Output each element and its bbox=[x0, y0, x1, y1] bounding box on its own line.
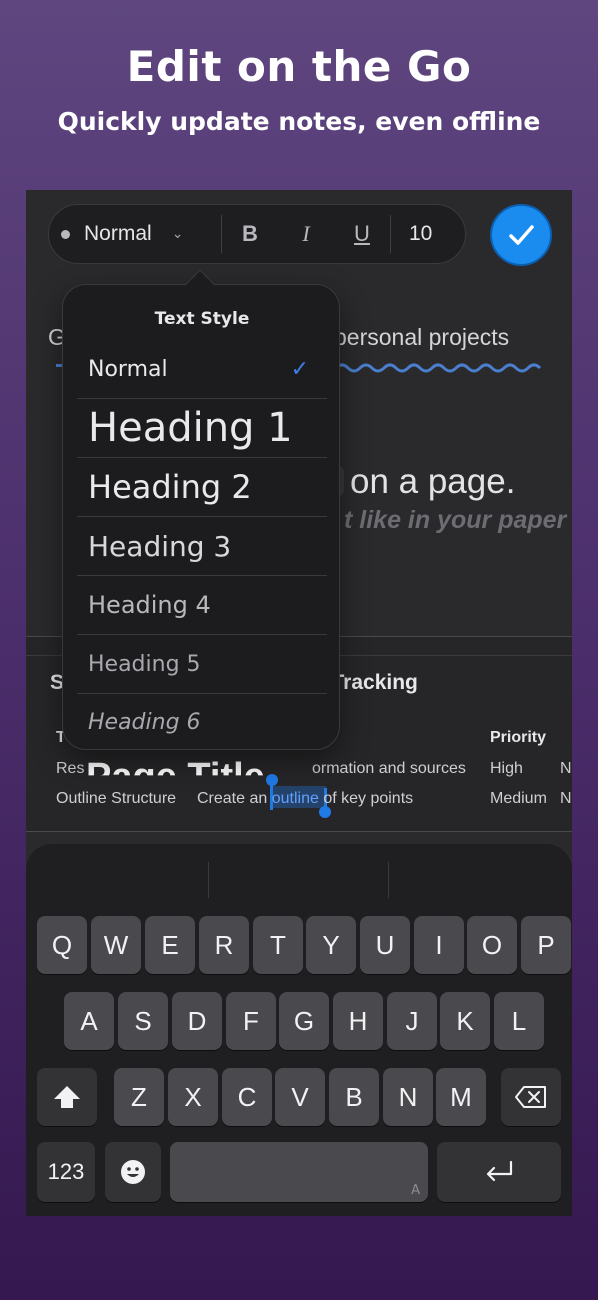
key-c[interactable]: C bbox=[222, 1068, 272, 1126]
numbers-key[interactable]: 123 bbox=[37, 1142, 95, 1202]
table-cell: Create an outline of key points bbox=[197, 790, 413, 808]
shift-key[interactable] bbox=[37, 1068, 97, 1126]
return-arrow-icon bbox=[486, 1160, 513, 1182]
text-style-popover: Text Style Normal ✓ Heading 1 Heading 2 … bbox=[62, 269, 340, 750]
style-option-label: Heading 6 bbox=[88, 709, 201, 735]
on-screen-keyboard: Q W E R T Y U I O P A S D F G H J K L Z … bbox=[26, 844, 572, 1216]
table-cell: Medium bbox=[490, 790, 547, 807]
table-cell: Res bbox=[56, 760, 85, 777]
table-header-priority: Priority bbox=[490, 729, 547, 746]
backspace-key[interactable] bbox=[501, 1068, 561, 1126]
space-bar[interactable]: A bbox=[170, 1142, 428, 1202]
style-option-heading-1[interactable]: Heading 1 bbox=[77, 399, 327, 458]
style-option-label: Heading 1 bbox=[88, 405, 293, 451]
underline-button[interactable]: U bbox=[334, 221, 390, 247]
popover-title: Text Style bbox=[154, 309, 250, 329]
key-d[interactable]: D bbox=[172, 992, 222, 1050]
text-style-value: Normal bbox=[84, 222, 152, 245]
key-a[interactable]: A bbox=[64, 992, 114, 1050]
style-option-heading-3[interactable]: Heading 3 bbox=[77, 517, 327, 576]
hero-title: Edit on the Go bbox=[126, 42, 472, 91]
checkmark-icon: ✓ bbox=[290, 357, 309, 382]
italic-button[interactable]: I bbox=[278, 221, 334, 247]
key-w[interactable]: W bbox=[91, 916, 141, 974]
key-h[interactable]: H bbox=[333, 992, 383, 1050]
backspace-icon bbox=[515, 1086, 546, 1108]
key-x[interactable]: X bbox=[168, 1068, 218, 1126]
bold-button[interactable]: B bbox=[222, 221, 278, 247]
key-b[interactable]: B bbox=[329, 1068, 379, 1126]
style-option-label: Heading 2 bbox=[88, 468, 252, 506]
key-g[interactable]: G bbox=[279, 992, 329, 1050]
table-cell: N bbox=[560, 790, 572, 807]
checkmark-icon bbox=[509, 225, 534, 245]
cell-text: of key points bbox=[318, 790, 414, 807]
shift-arrow-icon bbox=[54, 1086, 80, 1108]
key-y[interactable]: Y bbox=[306, 916, 356, 974]
key-m[interactable]: M bbox=[436, 1068, 486, 1126]
key-s[interactable]: S bbox=[118, 992, 168, 1050]
done-button[interactable] bbox=[490, 204, 552, 266]
key-o[interactable]: O bbox=[467, 916, 517, 974]
style-option-label: Heading 5 bbox=[88, 651, 201, 677]
table-cell: High bbox=[490, 760, 523, 777]
style-option-heading-5[interactable]: Heading 5 bbox=[77, 635, 327, 694]
style-option-label: Heading 4 bbox=[88, 591, 211, 619]
style-option-normal[interactable]: Normal ✓ bbox=[77, 341, 327, 399]
key-t[interactable]: T bbox=[253, 916, 303, 974]
doc-text-fragment: personal projects bbox=[334, 324, 510, 350]
style-option-label: Heading 3 bbox=[88, 529, 232, 563]
key-e[interactable]: E bbox=[145, 916, 195, 974]
table-cell: ormation and sources bbox=[312, 760, 466, 777]
key-l[interactable]: L bbox=[494, 992, 544, 1050]
key-u[interactable]: U bbox=[360, 916, 410, 974]
emoji-icon bbox=[121, 1160, 145, 1184]
hero-subtitle: Quickly update notes, even offline bbox=[57, 107, 541, 136]
key-v[interactable]: V bbox=[275, 1068, 325, 1126]
chevron-down-icon: ⌄ bbox=[171, 226, 184, 242]
spellcheck-underline bbox=[334, 363, 542, 373]
table-cell: N bbox=[560, 760, 572, 777]
key-q[interactable]: Q bbox=[37, 916, 87, 974]
key-z[interactable]: Z bbox=[114, 1068, 164, 1126]
style-option-heading-6[interactable]: Heading 6 bbox=[77, 694, 327, 750]
key-j[interactable]: J bbox=[387, 992, 437, 1050]
font-size-value[interactable]: 10 bbox=[391, 222, 432, 246]
key-n[interactable]: N bbox=[383, 1068, 433, 1126]
selected-word[interactable]: outline bbox=[272, 790, 319, 807]
doc-text-fragment: on a page. bbox=[350, 462, 516, 501]
cell-text: Create an bbox=[197, 790, 272, 807]
style-option-heading-2[interactable]: Heading 2 bbox=[77, 458, 327, 517]
return-key[interactable] bbox=[437, 1142, 561, 1202]
selection-start-knob[interactable] bbox=[266, 774, 278, 786]
table-cell: Outline Structure bbox=[56, 790, 177, 807]
style-option-label: Normal bbox=[88, 357, 168, 382]
key-r[interactable]: R bbox=[199, 916, 249, 974]
device-screen: G personal projects on a page. t like in… bbox=[26, 190, 572, 1216]
bullet-dot-icon bbox=[61, 229, 70, 239]
emoji-key[interactable] bbox=[105, 1142, 161, 1202]
input-source-marker: A bbox=[411, 1183, 420, 1198]
format-toolbar: Normal ⌄ B I U 10 bbox=[48, 204, 466, 264]
popover-arrow bbox=[184, 269, 216, 301]
key-f[interactable]: F bbox=[226, 992, 276, 1050]
style-option-heading-4[interactable]: Heading 4 bbox=[77, 576, 327, 635]
suggestion-divider bbox=[388, 862, 389, 898]
key-p[interactable]: P bbox=[521, 916, 571, 974]
doc-text-fragment: t like in your paper n bbox=[344, 506, 572, 534]
key-k[interactable]: K bbox=[440, 992, 490, 1050]
key-i[interactable]: I bbox=[414, 916, 464, 974]
suggestion-divider bbox=[208, 862, 209, 898]
text-style-dropdown[interactable]: Normal ⌄ bbox=[49, 205, 221, 263]
